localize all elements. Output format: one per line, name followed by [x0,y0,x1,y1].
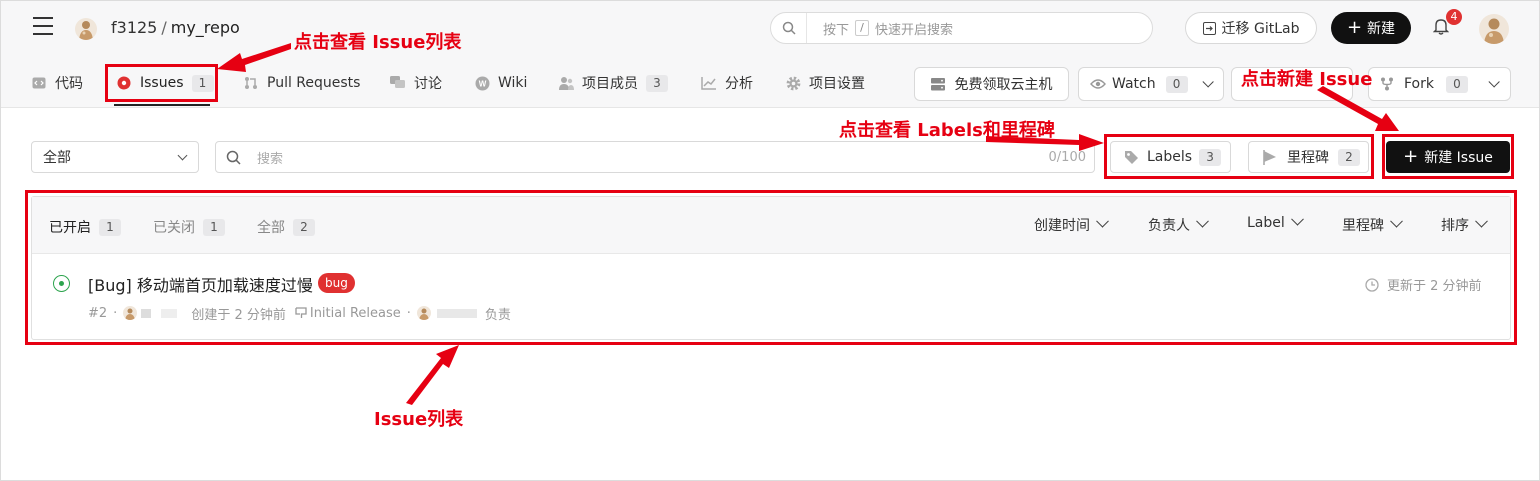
app-window: f3125 / my_repo 按下 / 快速开启搜索 迁移 GitLab + … [0,0,1540,481]
arrow-to-new-issue [1317,86,1399,131]
arrow-to-issue-list [406,345,459,405]
arrow-to-labels [986,134,1104,151]
arrow-to-issues-tab [217,43,291,72]
annotation-arrows [217,43,1399,405]
